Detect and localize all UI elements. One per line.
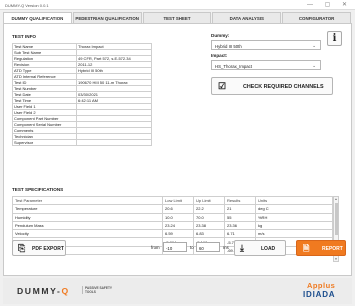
chevron-down-icon: ⌄ [312, 43, 316, 48]
specs-cell: 55 [224, 212, 256, 222]
specs-cell: 22.2 [193, 204, 225, 214]
check-button-label: CHECK REQUIRED CHANNELS [243, 83, 324, 90]
test-info-field: Supervisor [12, 139, 77, 146]
specs-cell: 21 [224, 204, 256, 214]
specs-column-header: Units [255, 195, 333, 206]
specs-cell: 6.59 [162, 229, 194, 239]
range-from-input[interactable]: -10 [163, 242, 187, 252]
specs-row: Humidity 10.0 70.0 55 %RH [12, 212, 333, 222]
specs-cell: 10.0 [162, 212, 194, 222]
specs-cell: 6.71 [224, 229, 256, 239]
test-specs-title: TEST SPECIFICATIONS [12, 187, 64, 192]
dummy-select[interactable]: Hybrid III 50th ⌄ [211, 40, 321, 50]
specs-row: Temperature 20.6 22.2 21 deg C [12, 204, 333, 214]
info-icon: i [332, 33, 337, 44]
logo-text: DUMMY- [17, 286, 62, 296]
specs-column-header: Results [224, 195, 256, 206]
specs-cell: m/s [255, 229, 333, 239]
specs-cell: kg [255, 220, 333, 231]
applus-idiada-logo: Applus IDIADA [303, 281, 335, 299]
specs-cell: 6.83 [193, 229, 225, 239]
title-bar: DUMMY-Q Version 0.0.1 — ▢ ✕ [0, 0, 355, 10]
test-info-title: TEST INFO [12, 34, 36, 39]
specs-cell: Pendulum Mass [12, 220, 163, 231]
range-to-label: to [190, 245, 194, 250]
specs-cell: Velocity [12, 229, 163, 239]
specs-cell: 70.0 [193, 212, 225, 222]
checkbox-check-icon: ☑ [218, 81, 227, 91]
logo-q-letter: Q [61, 286, 70, 296]
dummy-select-value: Hybrid III 50th [215, 43, 242, 49]
impact-select-value: HS_Thorax_Impact [215, 63, 253, 69]
specs-column-header: Test Parameter [12, 195, 163, 206]
report-label: REPORT [322, 246, 343, 252]
specs-cell: %RH [255, 212, 333, 222]
specs-header-row: Test Parameter Low Limit Up Limit Results Un… [12, 195, 333, 206]
range-unit-label: ms [223, 245, 229, 250]
document-icon: 🗎 [303, 243, 310, 253]
specs-column-header: Low Limit [162, 195, 194, 206]
download-icon: ⤓ [240, 243, 244, 253]
brand-idiada: IDIADA [303, 290, 336, 299]
specs-cell: 20.6 [162, 204, 194, 214]
scroll-down-icon[interactable]: ▼ [334, 257, 338, 261]
test-info-value[interactable] [76, 139, 152, 146]
dummy-q-logo: DUMMY-Q [17, 286, 70, 296]
specs-cell: Temperature [12, 204, 163, 214]
footer: DUMMY-Q PASSIVE SAFETY TOOLS Applus IDIA… [3, 278, 352, 304]
impact-label: Impact: [211, 53, 228, 58]
test-info-row: Supervisor [12, 139, 152, 146]
specs-row: Velocity 6.59 6.83 6.71 m/s [12, 229, 333, 239]
scroll-thumb[interactable] [334, 203, 338, 235]
range-to-input[interactable]: 60 [196, 242, 220, 252]
pdf-export-label: PDF EXPORT [32, 246, 64, 252]
specs-cell: Humidity [12, 212, 163, 222]
dummy-label: Dummy: [211, 33, 230, 38]
pdf-export-button[interactable]: ⎘ PDF EXPORT [12, 240, 66, 256]
specs-column-header: Up Limit [193, 195, 225, 206]
check-required-channels-button[interactable]: ☑ CHECK REQUIRED CHANNELS [211, 77, 333, 95]
brand-applus: Applus [306, 281, 336, 290]
load-button[interactable]: ⤓ LOAD [234, 240, 286, 256]
specs-cell: 23.24 [162, 220, 194, 231]
specs-cell: 23.38 [193, 220, 225, 231]
chevron-down-icon: ⌄ [312, 63, 316, 68]
window-title: DUMMY-Q Version 0.0.1 [5, 3, 49, 8]
load-label: LOAD [261, 246, 276, 252]
logo-tagline: PASSIVE SAFETY TOOLS [82, 286, 112, 294]
impact-select[interactable]: HS_Thorax_Impact ⌄ [211, 60, 321, 70]
report-button[interactable]: 🗎 REPORT [296, 240, 346, 256]
specs-row: Pendulum Mass 23.24 23.38 23.36 kg [12, 220, 333, 231]
pdf-export-icon: ⎘ [18, 243, 26, 253]
scroll-up-icon[interactable]: ▲ [334, 197, 338, 201]
specs-cell: deg C [255, 204, 333, 214]
test-info-table: Test Name Thorax Impact Sub Test Name Regul… [12, 43, 152, 146]
range-from-label: from [151, 245, 160, 250]
window-controls[interactable]: — ▢ ✕ [307, 1, 352, 8]
info-button[interactable]: i [327, 31, 342, 46]
specs-cell: 23.36 [224, 220, 256, 231]
